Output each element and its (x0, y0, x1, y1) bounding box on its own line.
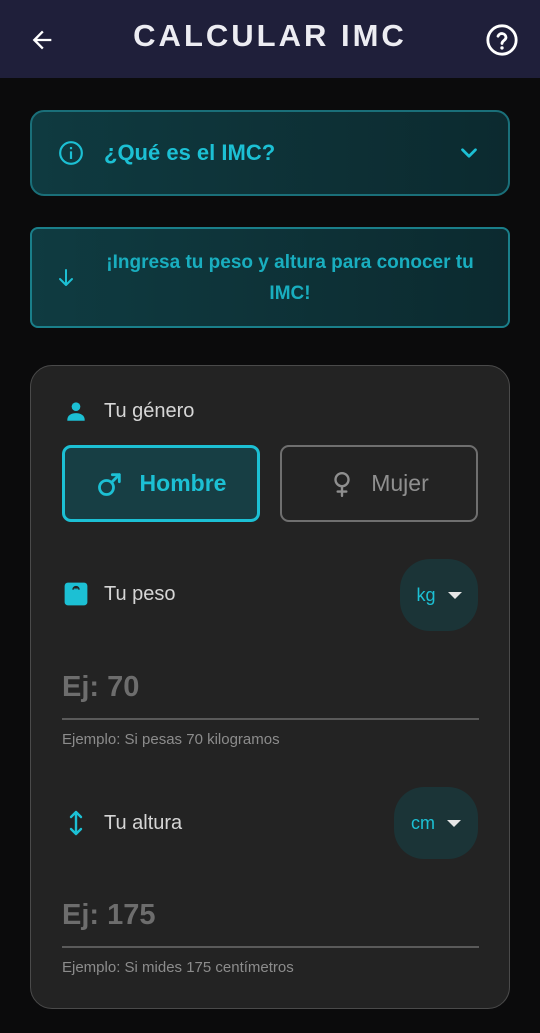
height-unit-value: cm (411, 812, 435, 833)
what-is-bmi-label: ¿Qué es el IMC? (104, 140, 276, 165)
bmi-form-card: Tu género Hombre Mujer Tu peso kg Ej: 70… (30, 365, 510, 1009)
gender-male-label: Hombre (139, 470, 227, 496)
help-circle-icon (486, 24, 518, 56)
vertical-arrows-icon (62, 809, 90, 837)
app-bar: CALCULAR IMC (0, 0, 540, 78)
gender-label-row: Tu género (62, 397, 194, 425)
help-button[interactable] (482, 20, 522, 60)
height-helper-text: Ejemplo: Si mides 175 centímetros (62, 959, 294, 976)
scale-icon (62, 580, 90, 608)
caret-down-icon (447, 591, 462, 599)
instruction-banner: ¡Ingresa tu peso y altura para conocer t… (30, 227, 510, 328)
gender-female-button[interactable]: Mujer (280, 445, 478, 522)
weight-unit-value: kg (416, 584, 436, 605)
weight-label: Tu peso (104, 582, 176, 605)
height-label-row: Tu altura (62, 809, 182, 837)
chevron-down-icon (461, 148, 477, 158)
info-icon (59, 141, 83, 165)
weight-helper-text: Ejemplo: Si pesas 70 kilogramos (62, 731, 280, 748)
person-icon (62, 397, 90, 425)
page-title: CALCULAR IMC (133, 18, 407, 53)
gender-label: Tu género (104, 399, 195, 422)
weight-label-row: Tu peso (62, 580, 176, 608)
gender-female-label: Mujer (371, 470, 429, 496)
height-unit-dropdown[interactable]: cm (394, 787, 478, 859)
gender-male-button[interactable]: Hombre (62, 445, 260, 522)
caret-down-icon (447, 819, 461, 827)
male-icon (96, 470, 124, 498)
instruction-text: ¡Ingresa tu peso y altura para conocer t… (106, 251, 474, 304)
arrow-down-icon (59, 268, 73, 286)
height-label: Tu altura (104, 811, 183, 834)
weight-unit-dropdown[interactable]: kg (400, 559, 478, 631)
height-input[interactable] (62, 888, 479, 948)
what-is-bmi-expander[interactable]: ¿Qué es el IMC? (30, 110, 510, 196)
female-icon (329, 470, 355, 498)
weight-input[interactable] (62, 660, 479, 720)
